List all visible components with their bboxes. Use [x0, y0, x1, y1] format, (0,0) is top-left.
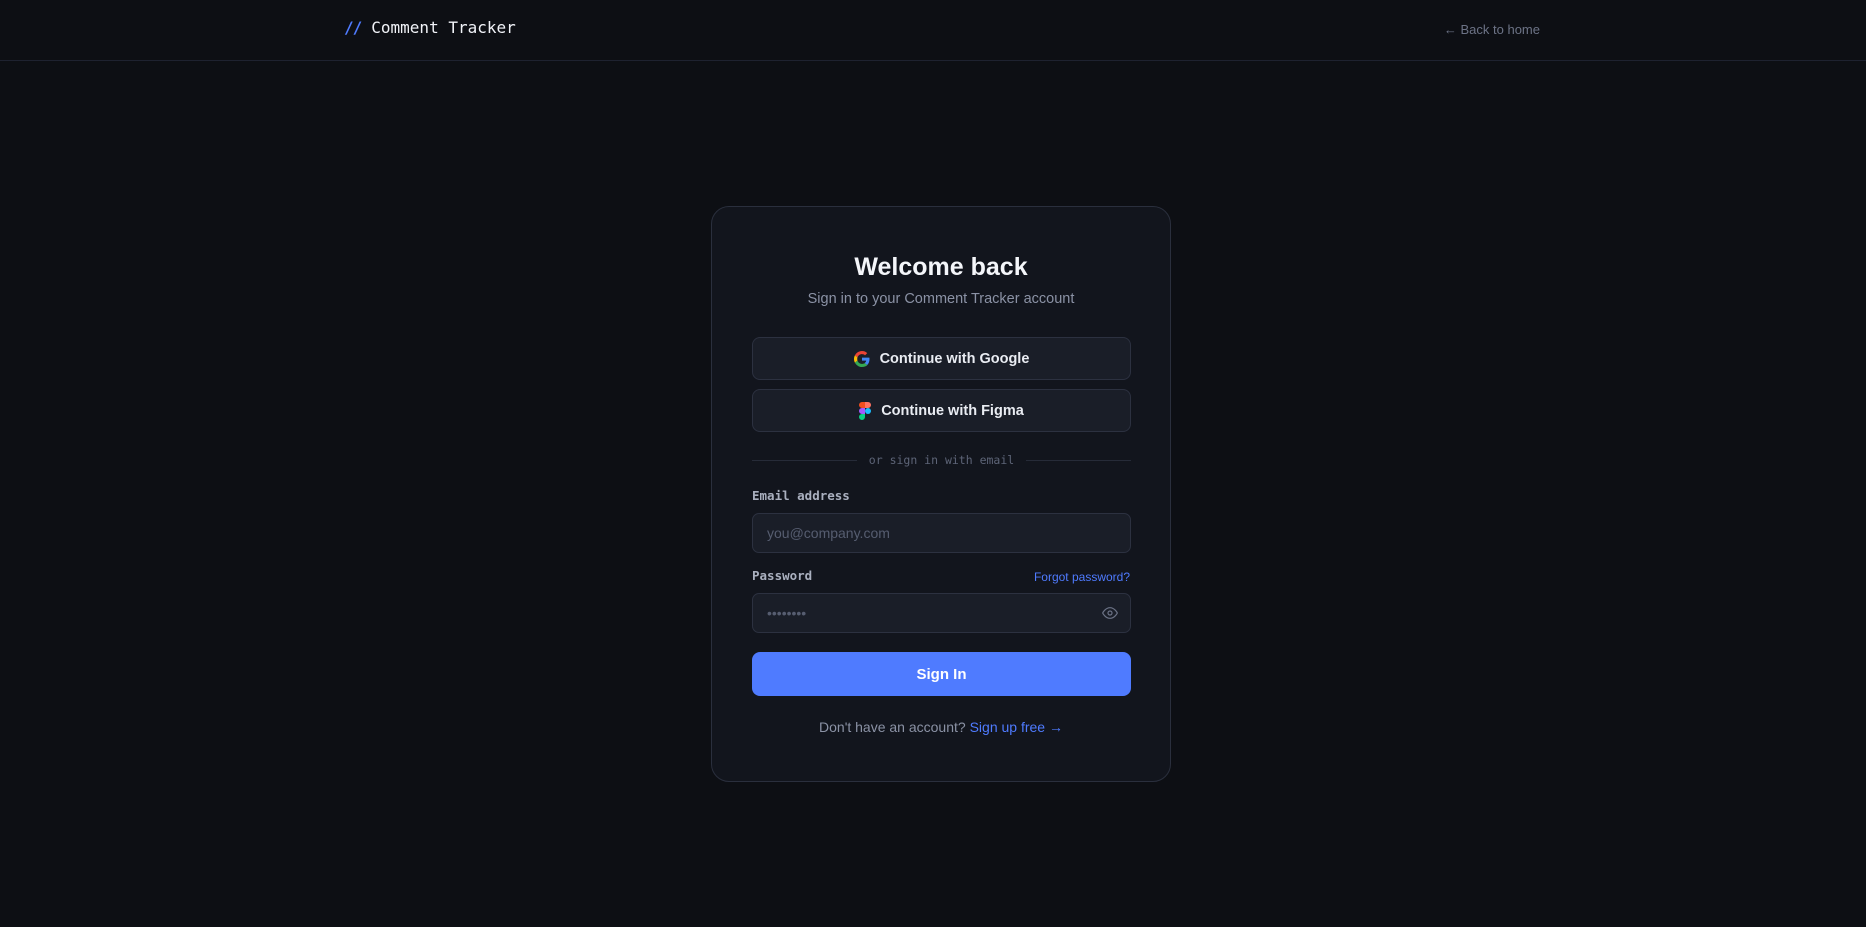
sign-in-button[interactable]: Sign In: [752, 652, 1131, 696]
sign-in-card: Welcome back Sign in to your Comment Tra…: [711, 206, 1171, 782]
signup-prompt: Don't have an account?: [819, 719, 966, 735]
continue-with-google-button[interactable]: Continue with Google: [752, 337, 1131, 380]
figma-logo-icon: [859, 401, 872, 420]
brand-slash-icon: //: [344, 18, 362, 37]
password-input[interactable]: [752, 593, 1131, 633]
email-label: Email address: [752, 488, 850, 503]
google-button-label: Continue with Google: [879, 350, 1030, 367]
divider-line-left: [752, 459, 857, 461]
brand-name: Comment Tracker: [371, 18, 516, 37]
page-title: Welcome back: [854, 253, 1028, 281]
continue-with-figma-button[interactable]: Continue with Figma: [752, 389, 1131, 432]
email-input[interactable]: [752, 513, 1131, 553]
google-logo-icon: [853, 350, 870, 367]
back-to-home-link[interactable]: ← Back to home: [1444, 22, 1540, 37]
divider-text: or sign in with email: [868, 453, 1015, 467]
password-label: Password: [752, 568, 813, 583]
sign-up-link[interactable]: Sign up free →: [970, 719, 1063, 735]
email-divider: or sign in with email: [752, 453, 1131, 467]
figma-button-label: Continue with Figma: [881, 402, 1024, 419]
page-subtitle: Sign in to your Comment Tracker account: [807, 291, 1075, 307]
top-navigation-bar: // Comment Tracker ← Back to home: [0, 0, 1866, 61]
eye-icon[interactable]: [1101, 605, 1119, 621]
signup-prompt-row: Don't have an account? Sign up free →: [712, 719, 1170, 735]
forgot-password-link[interactable]: Forgot password?: [1034, 570, 1130, 584]
brand-logo[interactable]: // Comment Tracker: [344, 18, 516, 37]
divider-line-right: [1026, 459, 1131, 461]
